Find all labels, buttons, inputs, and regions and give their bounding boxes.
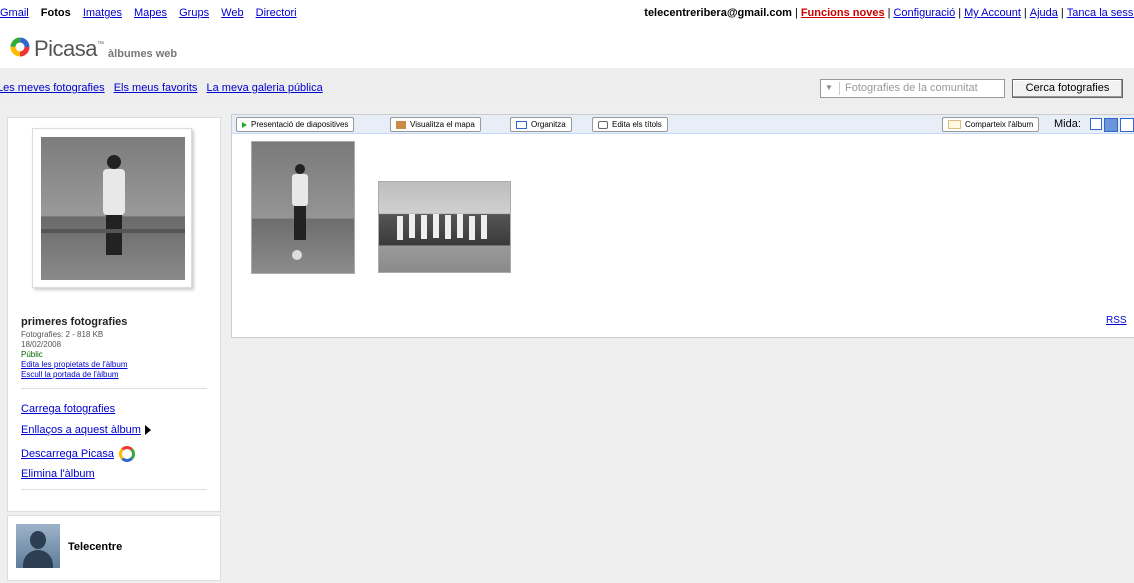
photo-figure bbox=[409, 214, 415, 238]
nav-public-gallery[interactable]: La meva galeria pública bbox=[207, 82, 323, 94]
rss-link[interactable]: RSS bbox=[1106, 315, 1127, 326]
search-photos-button[interactable]: Cerca fotografies bbox=[1012, 79, 1123, 98]
gbar-link-images[interactable]: Imatges bbox=[83, 7, 122, 19]
picasa-logo-icon bbox=[10, 37, 30, 60]
triangle-right-icon bbox=[144, 425, 151, 436]
sign-out-link[interactable]: Tanca la sessió bbox=[1067, 7, 1134, 19]
download-picasa-label: Descarrega Picasa bbox=[21, 447, 114, 460]
nav-favorites[interactable]: Els meus favorits bbox=[114, 82, 198, 94]
new-features-link[interactable]: Funcions noves bbox=[801, 7, 885, 19]
photo-figure bbox=[469, 216, 475, 240]
album-cover-photo bbox=[41, 137, 185, 280]
edit-captions-label: Edita els títols bbox=[612, 120, 662, 129]
slideshow-button[interactable]: Presentació de diapositives bbox=[236, 117, 355, 132]
caption-icon bbox=[598, 120, 608, 129]
size-small-button[interactable] bbox=[1090, 118, 1102, 130]
album-title: primeres fotografies bbox=[21, 316, 128, 328]
album-visibility: Públic bbox=[21, 350, 43, 359]
upload-photos-link[interactable]: Carrega fotografies bbox=[21, 403, 115, 415]
photo-figure bbox=[481, 215, 487, 239]
user-bar: telecentreribera@gmail.com | Funcions nove… bbox=[644, 7, 1134, 19]
divider bbox=[21, 489, 207, 490]
share-album-button[interactable]: Comparteix l'àlbum bbox=[942, 117, 1040, 132]
gbar-link-maps[interactable]: Mapes bbox=[134, 7, 167, 19]
gbar-link-groups[interactable]: Grups bbox=[179, 7, 209, 19]
photo-thumbnail[interactable] bbox=[251, 141, 355, 274]
gbar-link-photos: Fotos bbox=[40, 7, 71, 19]
picasa-icon bbox=[118, 446, 135, 462]
logo-subtitle: àlbumes web bbox=[108, 48, 178, 60]
photo-figure bbox=[421, 215, 427, 239]
main-area: primeres fotografies Fotografies: 2 - 81… bbox=[0, 108, 1134, 583]
photo-figure bbox=[445, 215, 451, 239]
separator: | bbox=[887, 7, 891, 19]
my-account-link[interactable]: My Account bbox=[964, 7, 1021, 19]
chevron-down-icon[interactable]: ▼ bbox=[825, 83, 833, 92]
gbar-link-gmail[interactable]: Gmail bbox=[0, 7, 29, 19]
map-icon bbox=[396, 120, 406, 129]
gbar-link-directory[interactable]: Directori bbox=[256, 7, 297, 19]
organize-label: Organitza bbox=[531, 120, 566, 129]
user-email: telecentreribera@gmail.com bbox=[644, 7, 792, 19]
photo-figure bbox=[397, 216, 403, 240]
divider bbox=[21, 388, 207, 389]
separator: | bbox=[1023, 7, 1027, 19]
view-map-label: Visualitza el mapa bbox=[410, 120, 475, 129]
user-card[interactable]: Telecentre bbox=[7, 515, 221, 581]
slideshow-label: Presentació de diapositives bbox=[251, 120, 349, 129]
size-medium-button[interactable] bbox=[1104, 118, 1118, 132]
download-picasa-link[interactable]: Descarrega Picasa bbox=[21, 446, 135, 462]
album-links-label: Enllaços a aquest àlbum bbox=[21, 424, 141, 436]
picasa-logo[interactable]: Picasa ™ àlbumes web bbox=[10, 36, 177, 60]
album-toolbar: Presentació de diapositives Visualitza e… bbox=[232, 115, 1134, 134]
album-info-card: primeres fotografies Fotografies: 2 - 81… bbox=[7, 117, 221, 512]
photo-figure bbox=[433, 214, 439, 238]
nav-my-photos[interactable]: Les meves fotografies bbox=[0, 82, 105, 94]
user-name[interactable]: Telecentre bbox=[68, 541, 122, 553]
divider bbox=[839, 82, 840, 95]
separator: | bbox=[794, 7, 798, 19]
size-label: Mida: bbox=[1054, 118, 1081, 130]
search-placeholder: Fotografies de la comunitat bbox=[845, 82, 978, 94]
top-bar: Gmail Fotos Imatges Mapes Grups Web Dire… bbox=[0, 0, 1134, 22]
edit-album-properties-link[interactable]: Edita les propietats de l'àlbum bbox=[21, 360, 127, 369]
search-input[interactable]: ▼ Fotografies de la comunitat bbox=[820, 79, 1005, 98]
avatar[interactable] bbox=[16, 524, 60, 568]
logo-tm: ™ bbox=[97, 41, 105, 48]
photo-thumbnail[interactable] bbox=[378, 181, 511, 273]
choose-album-cover-link[interactable]: Escull la portada de l'àlbum bbox=[21, 370, 119, 379]
help-link[interactable]: Ajuda bbox=[1030, 7, 1058, 19]
album-content-panel: Presentació de diapositives Visualitza e… bbox=[231, 114, 1134, 338]
nav-bar: Les meves fotografies Els meus favorits … bbox=[0, 68, 1134, 108]
play-icon bbox=[242, 121, 247, 128]
separator: | bbox=[958, 7, 962, 19]
edit-captions-button[interactable]: Edita els títols bbox=[592, 117, 668, 132]
album-date: 18/02/2008 bbox=[21, 340, 62, 349]
gbar-link-web[interactable]: Web bbox=[221, 7, 243, 19]
organize-icon bbox=[516, 120, 527, 129]
separator: | bbox=[1060, 7, 1064, 19]
settings-link[interactable]: Configuració bbox=[893, 7, 955, 19]
delete-album-link[interactable]: Elimina l'àlbum bbox=[21, 468, 95, 480]
view-map-button[interactable]: Visualitza el mapa bbox=[390, 117, 481, 132]
photo-figure bbox=[457, 214, 463, 238]
album-cover[interactable] bbox=[32, 128, 192, 288]
share-album-label: Comparteix l'àlbum bbox=[965, 120, 1034, 129]
envelope-icon bbox=[948, 120, 961, 130]
album-photo-count: Fotografies: 2 - 818 KB bbox=[21, 330, 104, 339]
organize-button[interactable]: Organitza bbox=[510, 117, 572, 132]
album-links-link[interactable]: Enllaços a aquest àlbum bbox=[21, 424, 151, 436]
size-large-button[interactable] bbox=[1120, 118, 1134, 132]
photo-ball bbox=[292, 250, 302, 260]
nav-links: Les meves fotografies Els meus favorits … bbox=[0, 82, 329, 94]
logo-wordmark: Picasa bbox=[34, 36, 98, 61]
google-bar: Gmail Fotos Imatges Mapes Grups Web Dire… bbox=[0, 7, 306, 19]
